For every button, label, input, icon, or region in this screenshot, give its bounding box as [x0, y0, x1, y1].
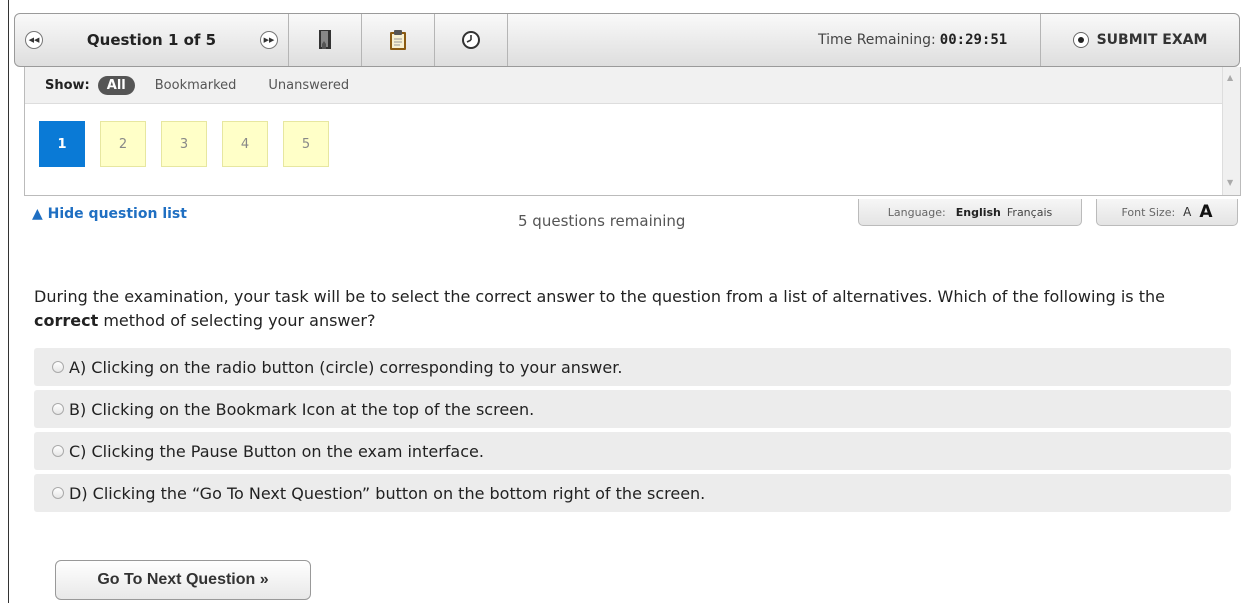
- stop-icon: [1072, 32, 1089, 48]
- scroll-up-icon[interactable]: ▲: [1227, 73, 1233, 82]
- answer-option-c[interactable]: C) Clicking the Pause Button on the exam…: [34, 432, 1231, 470]
- answer-options: A) Clicking on the radio button (circle)…: [34, 348, 1231, 516]
- fast-forward-icon[interactable]: ▶▶: [259, 31, 278, 49]
- question-list-panel: Show: All Bookmarked Unanswered 1 2 3 4 …: [24, 67, 1241, 196]
- question-number-3[interactable]: 3: [161, 121, 207, 167]
- language-selector: Language: English Français: [858, 199, 1082, 226]
- time-value: 00:29:51: [939, 32, 1008, 48]
- filter-bookmarked[interactable]: Bookmarked: [155, 78, 237, 93]
- exam-toolbar: ◀◀ Question 1 of 5 ▶▶ Time Remaining: 00…: [14, 13, 1240, 67]
- question-number-4[interactable]: 4: [222, 121, 268, 167]
- left-border: [8, 0, 9, 603]
- question-navigator: ◀◀ Question 1 of 5 ▶▶: [15, 14, 289, 66]
- filter-bar: Show: All Bookmarked Unanswered: [25, 67, 1240, 104]
- bookmark-button[interactable]: [289, 14, 362, 66]
- filter-all[interactable]: All: [97, 75, 135, 95]
- language-english[interactable]: English: [956, 206, 1001, 219]
- radio-button[interactable]: [52, 361, 64, 373]
- answer-option-a[interactable]: A) Clicking on the radio button (circle)…: [34, 348, 1231, 386]
- submit-exam-button[interactable]: SUBMIT EXAM: [1041, 14, 1239, 66]
- answer-option-b[interactable]: B) Clicking on the Bookmark Icon at the …: [34, 390, 1231, 428]
- bookmark-icon: [319, 30, 331, 49]
- font-size-small[interactable]: A: [1183, 205, 1191, 219]
- language-french[interactable]: Français: [1007, 206, 1052, 219]
- time-remaining: Time Remaining: 00:29:51: [812, 14, 1041, 66]
- hide-question-list-link[interactable]: ▲ Hide question list: [32, 206, 187, 222]
- show-label: Show:: [45, 77, 90, 93]
- timer-button[interactable]: [435, 14, 508, 66]
- question-text-after: method of selecting your answer?: [98, 311, 376, 330]
- radio-button[interactable]: [52, 445, 64, 457]
- question-number-2[interactable]: 2: [100, 121, 146, 167]
- questions-remaining: 5 questions remaining: [518, 212, 686, 230]
- question-text: During the examination, your task will b…: [34, 285, 1234, 333]
- filter-unanswered[interactable]: Unanswered: [268, 78, 349, 93]
- question-counter: Question 1 of 5: [86, 31, 217, 49]
- scroll-down-icon[interactable]: ▼: [1227, 178, 1233, 187]
- question-emphasis: correct: [34, 311, 99, 330]
- answer-option-d[interactable]: D) Clicking the “Go To Next Question” bu…: [34, 474, 1231, 512]
- answer-option-label: B) Clicking on the Bookmark Icon at the …: [69, 399, 535, 419]
- answer-option-label: C) Clicking the Pause Button on the exam…: [69, 441, 484, 461]
- question-number-5[interactable]: 5: [283, 121, 329, 167]
- answer-option-label: A) Clicking on the radio button (circle)…: [69, 357, 623, 377]
- time-label: Time Remaining:: [818, 32, 936, 48]
- question-text-before: During the examination, your task will b…: [34, 287, 1165, 306]
- question-list-scrollbar[interactable]: ▲ ▼: [1222, 67, 1240, 195]
- radio-button[interactable]: [52, 403, 64, 415]
- submit-exam-label: SUBMIT EXAM: [1096, 32, 1208, 48]
- question-number-list: 1 2 3 4 5: [39, 121, 329, 167]
- clipboard-button[interactable]: [362, 14, 435, 66]
- clipboard-icon: [390, 30, 406, 50]
- question-number-1[interactable]: 1: [39, 121, 85, 167]
- language-label: Language:: [887, 205, 946, 219]
- font-size-label: Font Size:: [1121, 205, 1176, 219]
- next-question-button[interactable]: Go To Next Question »: [55, 560, 311, 600]
- radio-button[interactable]: [52, 487, 64, 499]
- clock-icon: [462, 31, 480, 49]
- rewind-icon[interactable]: ◀◀: [25, 31, 43, 49]
- answer-option-label: D) Clicking the “Go To Next Question” bu…: [69, 483, 706, 503]
- font-size-selector: Font Size: A A: [1096, 199, 1238, 226]
- font-size-large[interactable]: A: [1199, 202, 1212, 222]
